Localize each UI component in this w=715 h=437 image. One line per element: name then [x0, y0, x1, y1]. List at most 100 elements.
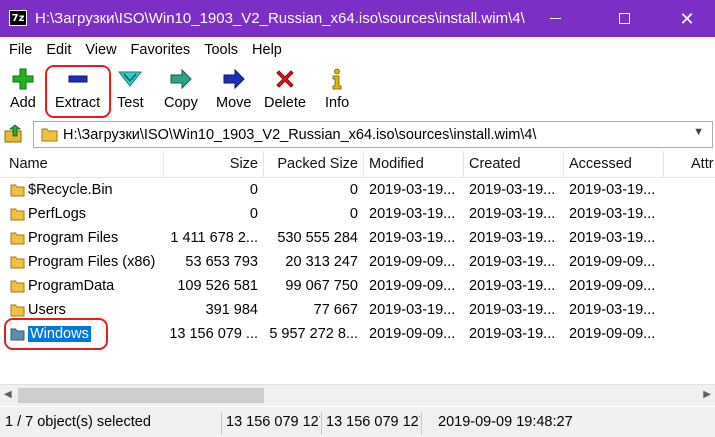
column-header-size[interactable]: Size	[168, 151, 258, 178]
table-row[interactable]: Windows 13 156 079 ... 5 957 272 8... 2019-…	[0, 318, 715, 350]
address-bar: H:\Загрузки\ISO\Win10_1903_V2_Russian_x6…	[0, 119, 715, 150]
close-button[interactable]: ✕	[664, 0, 710, 37]
row-size: 109 526 581	[177, 278, 258, 294]
copy-arrow-icon	[169, 67, 193, 91]
row-packed-size: 0	[349, 206, 358, 222]
scroll-right-icon[interactable]: ▶	[703, 389, 711, 400]
chevron-down-icon[interactable]: ▼	[693, 126, 704, 138]
column-header-modified[interactable]: Modified	[369, 151, 461, 178]
row-name: $Recycle.Bin	[28, 178, 162, 202]
folder-icon	[10, 256, 25, 269]
status-divider	[221, 412, 222, 434]
app-icon: 7z	[9, 10, 27, 26]
row-name-text: ProgramData	[28, 278, 115, 294]
up-folder-icon	[4, 124, 22, 143]
row-created: 2019-03-19...	[469, 206, 556, 222]
column-divider	[663, 151, 664, 177]
scrollbar-thumb[interactable]	[18, 388, 264, 403]
row-size: 1 411 678 2...	[170, 230, 258, 246]
column-header-accessed[interactable]: Accessed	[569, 151, 661, 178]
table-row[interactable]: Program Files (x86) 53 653 793 20 313 247 2…	[0, 250, 715, 274]
status-modified: 2019-09-09 19:48:27	[438, 414, 573, 430]
row-packed-size: 77 667	[313, 302, 358, 318]
column-divider	[563, 151, 564, 177]
copy-button[interactable]: Copy	[164, 67, 198, 111]
delete-button[interactable]: Delete	[264, 67, 306, 111]
window-title: H:\Загрузки\ISO\Win10_1903_V2_Russian_x6…	[35, 10, 525, 27]
row-name: Program Files (x86)	[28, 250, 162, 274]
info-button[interactable]: Info	[325, 67, 349, 111]
folder-icon	[10, 184, 25, 197]
row-accessed: 2019-09-09...	[569, 254, 656, 270]
test-button[interactable]: Test	[117, 67, 144, 111]
delete-x-icon	[273, 67, 297, 91]
menu-tools[interactable]: Tools	[197, 42, 245, 58]
column-divider	[363, 151, 364, 177]
row-name-text: $Recycle.Bin	[28, 182, 113, 198]
maximize-button[interactable]	[601, 0, 647, 37]
table-row[interactable]: $Recycle.Bin 0 0 2019-03-19... 2019-03-19...…	[0, 178, 715, 202]
address-path: H:\Загрузки\ISO\Win10_1903_V2_Russian_x6…	[63, 127, 537, 143]
delete-label: Delete	[264, 95, 306, 111]
status-selection: 1 / 7 object(s) selected	[5, 414, 151, 430]
column-divider	[463, 151, 464, 177]
row-name: PerfLogs	[28, 202, 162, 226]
scroll-left-icon[interactable]: ◀	[4, 389, 12, 400]
minimize-icon	[549, 18, 561, 19]
row-name: Program Files	[28, 226, 162, 250]
column-divider	[163, 151, 164, 177]
table-row[interactable]: Program Files 1 411 678 2... 530 555 284 20…	[0, 226, 715, 250]
row-size: 391 984	[205, 302, 258, 318]
row-accessed: 2019-03-19...	[569, 206, 656, 222]
column-header-attributes[interactable]: Attr	[691, 151, 715, 178]
move-button[interactable]: Move	[216, 67, 251, 111]
column-header-created[interactable]: Created	[469, 151, 561, 178]
toolbar: Add Extract Test Copy Move Delete Info	[0, 63, 715, 118]
menu-edit[interactable]: Edit	[39, 42, 78, 58]
table-row[interactable]: ProgramData 109 526 581 99 067 750 2019-09-…	[0, 274, 715, 298]
maximize-icon	[618, 13, 630, 24]
folder-icon	[10, 280, 25, 293]
column-header-packed-size[interactable]: Packed Size	[268, 151, 358, 178]
column-header-name[interactable]: Name	[9, 151, 159, 178]
menu-favorites[interactable]: Favorites	[124, 42, 198, 58]
test-label: Test	[117, 95, 144, 111]
row-packed-size: 0	[349, 182, 358, 198]
menu-view[interactable]: View	[78, 42, 123, 58]
row-created: 2019-03-19...	[469, 230, 556, 246]
menu-file[interactable]: File	[0, 42, 39, 58]
add-button[interactable]: Add	[10, 67, 36, 111]
row-modified: 2019-09-09...	[369, 254, 456, 270]
row-modified: 2019-03-19...	[369, 230, 456, 246]
info-label: Info	[325, 95, 350, 111]
menu-bar: File Edit View Favorites Tools Help	[0, 37, 715, 63]
row-accessed: 2019-09-09...	[569, 326, 656, 342]
row-size: 53 653 793	[185, 254, 258, 270]
row-accessed: 2019-03-19...	[569, 302, 656, 318]
add-label: Add	[10, 95, 36, 111]
table-row[interactable]: PerfLogs 0 0 2019-03-19... 2019-03-19... 2019…	[0, 202, 715, 226]
folder-icon	[10, 304, 25, 317]
row-accessed: 2019-03-19...	[569, 230, 656, 246]
address-field[interactable]: H:\Загрузки\ISO\Win10_1903_V2_Russian_x6…	[33, 121, 713, 148]
row-packed-size: 530 555 284	[277, 230, 358, 246]
row-name-text: Program Files (x86)	[28, 254, 156, 270]
file-list: Name Size Packed Size Modified Created A…	[0, 151, 715, 384]
row-packed-size: 5 957 272 8...	[269, 326, 358, 342]
row-modified: 2019-09-09...	[369, 278, 456, 294]
row-modified: 2019-03-19...	[369, 302, 456, 318]
column-divider	[263, 151, 264, 177]
up-folder-button[interactable]	[4, 124, 24, 144]
table-row[interactable]: Users 391 984 77 667 2019-03-19... 2019-03-1…	[0, 298, 715, 322]
move-label: Move	[216, 95, 252, 111]
row-created: 2019-03-19...	[469, 182, 556, 198]
horizontal-scrollbar[interactable]: ◀ ▶	[0, 384, 715, 406]
row-name-text: Users	[28, 302, 66, 318]
status-divider	[421, 412, 422, 434]
folder-icon	[10, 232, 25, 245]
menu-help[interactable]: Help	[245, 42, 289, 58]
row-created: 2019-03-19...	[469, 278, 556, 294]
minimize-button[interactable]	[532, 0, 578, 37]
status-bar: 1 / 7 object(s) selected 13 156 079 127 …	[0, 407, 715, 437]
row-accessed: 2019-03-19...	[569, 182, 656, 198]
